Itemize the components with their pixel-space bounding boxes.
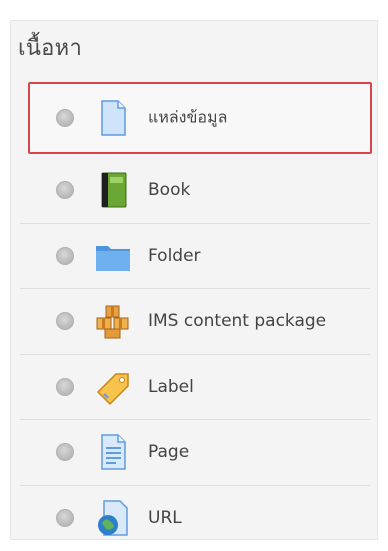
list-item-label: Page	[148, 442, 189, 462]
radio-folder[interactable]	[56, 247, 74, 265]
list-item-ims-package[interactable]: IMS content package	[20, 289, 370, 355]
file-icon	[94, 99, 132, 137]
list-item-label: URL	[148, 508, 182, 528]
radio-page[interactable]	[56, 443, 74, 461]
list-item-folder[interactable]: Folder	[20, 224, 370, 290]
section-title: เนื้อหา	[18, 30, 82, 65]
list-item-label-resource[interactable]: Label	[20, 355, 370, 421]
resource-type-list: แหล่งข้อมูล Book Folder	[20, 78, 370, 551]
list-item-page[interactable]: Page	[20, 420, 370, 486]
radio-label-resource[interactable]	[56, 378, 74, 396]
list-item-url[interactable]: URL	[20, 486, 370, 551]
list-item-file[interactable]: แหล่งข้อมูล	[28, 82, 372, 154]
folder-icon	[94, 237, 132, 275]
radio-ims-package[interactable]	[56, 312, 74, 330]
list-item-label: Folder	[148, 246, 201, 266]
list-item-label: Book	[148, 180, 190, 200]
list-item-label: IMS content package	[148, 311, 326, 331]
url-globe-icon	[94, 499, 132, 537]
radio-book[interactable]	[56, 181, 74, 199]
page-icon	[94, 433, 132, 471]
label-tag-icon	[94, 368, 132, 406]
radio-file[interactable]	[56, 109, 74, 127]
book-icon	[94, 171, 132, 209]
list-item-label: แหล่งข้อมูล	[148, 106, 227, 131]
list-item-book[interactable]: Book	[20, 158, 370, 224]
ims-package-icon	[94, 302, 132, 340]
list-item-label: Label	[148, 377, 194, 397]
radio-url[interactable]	[56, 509, 74, 527]
